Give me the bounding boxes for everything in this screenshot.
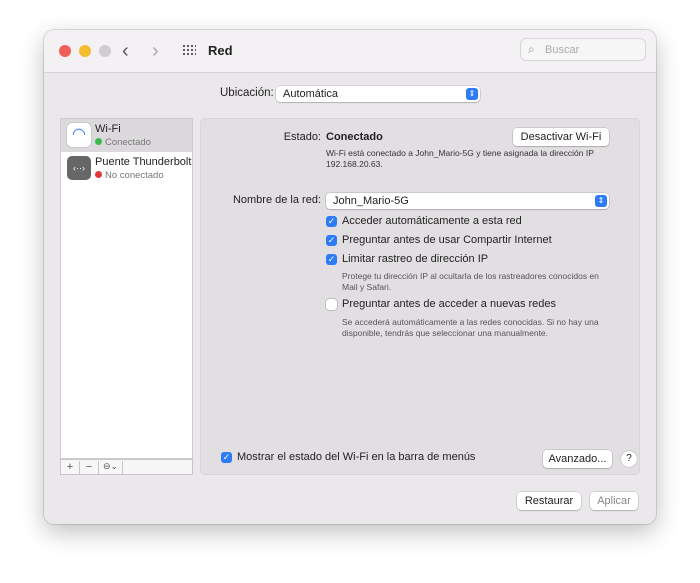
service-name: Wi-Fi xyxy=(95,123,121,135)
wifi-icon: ◠ xyxy=(67,123,91,147)
ask-hotspot-label: Preguntar antes de usar Compartir Intern… xyxy=(342,234,552,246)
auto-join-checkbox[interactable]: ✓ xyxy=(326,216,337,227)
status-value: Conectado xyxy=(326,131,383,143)
search-placeholder: Buscar xyxy=(545,44,580,56)
limit-ip-tracking-checkbox[interactable]: ✓ xyxy=(326,254,337,265)
forward-icon[interactable]: › xyxy=(152,40,159,63)
apply-button[interactable]: Aplicar xyxy=(590,492,638,510)
chevron-updown-icon: ⇕ xyxy=(595,195,607,207)
ask-new-networks-label: Preguntar antes de acceder a nuevas rede… xyxy=(342,298,557,310)
service-status: Conectado xyxy=(95,137,151,148)
location-value: Automática xyxy=(283,88,339,100)
add-service-button[interactable]: + xyxy=(61,461,80,474)
location-select[interactable]: Automática ⇕ xyxy=(276,86,480,102)
status-label: Estado: xyxy=(283,131,321,143)
service-name: Puente Thunderbolt xyxy=(95,156,192,168)
action-menu-button[interactable]: ⊖⌄ xyxy=(99,461,123,474)
network-name-value: John_Mario-5G xyxy=(333,195,409,207)
status-dot xyxy=(95,171,102,178)
service-list: ◠ Wi-Fi Conectado ‹··› Puente Thunderbol… xyxy=(60,118,193,459)
service-status: No conectado xyxy=(95,170,164,181)
search-input[interactable]: ⌕ Buscar xyxy=(520,38,646,61)
network-name-label: Nombre de la red: xyxy=(232,194,321,206)
limit-ip-tracking-label: Limitar rastreo de dirección IP xyxy=(342,253,489,265)
status-dot xyxy=(95,138,102,145)
show-wifi-menu-label: Mostrar el estado del Wi-Fi en la barra … xyxy=(237,451,476,463)
ask-hotspot-checkbox[interactable]: ✓ xyxy=(326,235,337,246)
chevron-updown-icon: ⇕ xyxy=(466,88,478,100)
list-toolbar: + − ⊖⌄ xyxy=(60,459,193,475)
network-name-select[interactable]: John_Mario-5G ⇕ xyxy=(326,193,609,209)
advanced-button[interactable]: Avanzado... xyxy=(543,450,612,468)
search-icon: ⌕ xyxy=(528,42,535,56)
window-title: Red xyxy=(208,43,233,58)
auto-join-label: Acceder automáticamente a esta red xyxy=(342,215,522,227)
service-item-wifi[interactable]: ◠ Wi-Fi Conectado xyxy=(61,119,192,152)
ask-new-networks-checkbox[interactable] xyxy=(326,299,337,310)
grid-icon[interactable] xyxy=(182,44,196,56)
network-preferences-window: ‹ › Red ⌕ Buscar Ubicación: Automática ⇕ ◠… xyxy=(44,30,656,524)
limit-ip-tracking-note: Protege tu dirección IP al ocultarla de … xyxy=(342,271,599,292)
minimize-button[interactable] xyxy=(79,45,91,57)
remove-service-button[interactable]: − xyxy=(80,461,99,474)
show-wifi-menu-checkbox[interactable]: ✓ xyxy=(221,452,232,463)
revert-button[interactable]: Restaurar xyxy=(517,492,581,510)
back-icon[interactable]: ‹ xyxy=(122,40,129,63)
thunderbolt-bridge-icon: ‹··› xyxy=(67,156,91,180)
status-text: No conectado xyxy=(105,170,164,181)
ask-new-networks-note: Se accederá automáticamente a las redes … xyxy=(342,317,599,338)
zoom-button[interactable] xyxy=(99,45,111,57)
turn-off-wifi-button[interactable]: Desactivar Wi-Fi xyxy=(513,128,609,146)
close-button[interactable] xyxy=(59,45,71,57)
location-label: Ubicación: xyxy=(220,87,274,99)
help-button[interactable]: ? xyxy=(621,451,637,467)
status-description: Wi-Fi está conectado a John_Mario-5G y t… xyxy=(326,148,594,169)
status-text: Conectado xyxy=(105,137,151,148)
title-bar: ‹ › Red ⌕ Buscar xyxy=(44,30,656,73)
service-item-thunderbolt[interactable]: ‹··› Puente Thunderbolt No conectado xyxy=(61,152,192,185)
detail-panel: Estado: Conectado Desactivar Wi-Fi Wi-Fi… xyxy=(200,118,640,475)
